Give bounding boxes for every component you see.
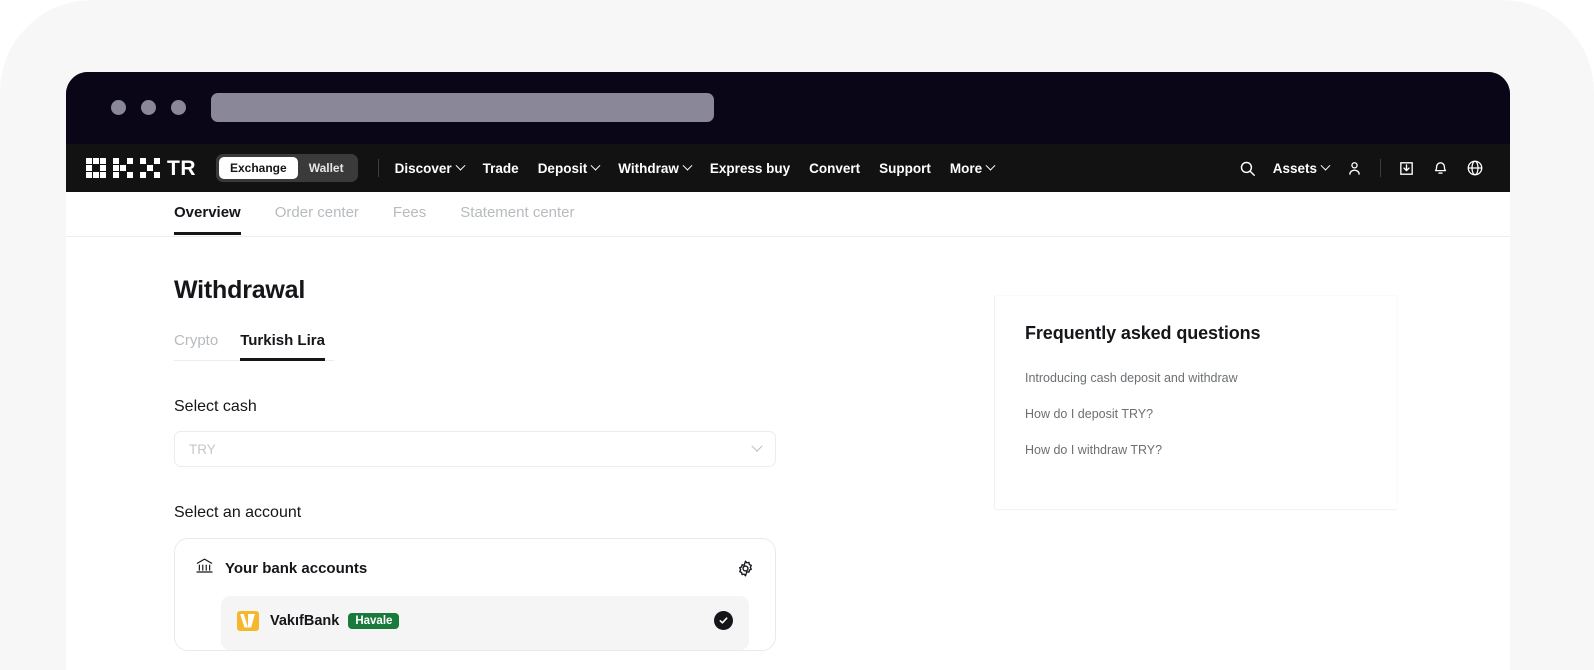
nav-label-deposit: Deposit bbox=[537, 160, 588, 176]
traffic-light-maximize-icon[interactable] bbox=[171, 100, 186, 115]
faq-panel: Frequently asked questions Introducing c… bbox=[994, 295, 1398, 510]
faq-link-2[interactable]: How do I deposit TRY? bbox=[1025, 407, 1367, 421]
assets-menu[interactable]: Assets bbox=[1272, 160, 1331, 176]
header-divider bbox=[377, 159, 379, 177]
okx-tr-logo[interactable]: TR bbox=[86, 158, 196, 179]
bank-accounts-card: Your bank accounts VakıfBank Havale bbox=[174, 538, 776, 651]
bank-accounts-card-header: Your bank accounts bbox=[195, 556, 755, 580]
site-header: TR Exchange Wallet Discover Trade Deposi… bbox=[66, 144, 1510, 192]
page-shell: TR Exchange Wallet Discover Trade Deposi… bbox=[0, 0, 1594, 670]
page-body: Overview Order center Fees Statement cen… bbox=[66, 192, 1510, 670]
search-icon[interactable] bbox=[1239, 160, 1256, 177]
assets-menu-label: Assets bbox=[1272, 160, 1317, 176]
bank-accounts-card-title: Your bank accounts bbox=[225, 559, 368, 577]
mode-toggle-wallet[interactable]: Wallet bbox=[298, 157, 355, 179]
vakifbank-logo-icon bbox=[237, 610, 259, 631]
globe-icon[interactable] bbox=[1466, 159, 1484, 177]
nav-label-discover: Discover bbox=[394, 160, 452, 176]
nav-item-discover[interactable]: Discover bbox=[394, 160, 466, 176]
nav-item-trade[interactable]: Trade bbox=[483, 161, 519, 176]
chevron-down-icon bbox=[985, 160, 996, 171]
sub-nav-item-order-center[interactable]: Order center bbox=[275, 192, 359, 234]
address-bar[interactable] bbox=[211, 93, 714, 122]
browser-window: TR Exchange Wallet Discover Trade Deposi… bbox=[66, 72, 1510, 670]
traffic-light-minimize-icon[interactable] bbox=[141, 100, 156, 115]
okx-pixel-logo-icon bbox=[86, 158, 106, 178]
nav-label-support: Support bbox=[879, 160, 931, 176]
faq-link-1[interactable]: Introducing cash deposit and withdraw bbox=[1025, 371, 1367, 385]
select-cash-value: TRY bbox=[189, 441, 216, 457]
okx-pixel-logo-icon-3 bbox=[140, 158, 160, 178]
chevron-down-icon bbox=[751, 440, 763, 452]
nav-item-convert[interactable]: Convert bbox=[809, 161, 860, 176]
brand-wordmark: TR bbox=[167, 156, 196, 180]
chevron-down-icon bbox=[590, 160, 601, 171]
faq-title: Frequently asked questions bbox=[1025, 323, 1261, 343]
sub-nav: Overview Order center Fees Statement cen… bbox=[66, 192, 1510, 237]
traffic-light-close-icon[interactable] bbox=[111, 100, 126, 115]
nav-label-express-buy: Express buy bbox=[709, 160, 791, 176]
user-icon[interactable] bbox=[1346, 160, 1363, 177]
nav-label-more: More bbox=[949, 160, 983, 176]
bank-account-name: VakıfBank bbox=[270, 612, 340, 629]
chevron-down-icon bbox=[682, 160, 693, 171]
select-cash-dropdown[interactable]: TRY bbox=[174, 431, 776, 467]
sub-nav-item-overview[interactable]: Overview bbox=[174, 192, 241, 235]
browser-chrome-bar bbox=[66, 72, 1510, 144]
nav-item-more[interactable]: More bbox=[949, 160, 996, 176]
mode-toggle-exchange[interactable]: Exchange bbox=[219, 157, 298, 179]
nav-item-express-buy[interactable]: Express buy bbox=[710, 161, 790, 176]
okx-pixel-logo-icon-2 bbox=[113, 158, 133, 178]
sub-nav-item-fees[interactable]: Fees bbox=[393, 192, 426, 234]
nav-item-deposit[interactable]: Deposit bbox=[537, 160, 601, 176]
bell-icon[interactable] bbox=[1432, 160, 1449, 177]
header-right-actions: Assets bbox=[1239, 159, 1510, 177]
bank-building-icon bbox=[195, 556, 214, 580]
bank-account-badge: Havale bbox=[348, 612, 400, 629]
nav-item-withdraw[interactable]: Withdraw bbox=[618, 160, 693, 176]
asset-tab-crypto[interactable]: Crypto bbox=[174, 332, 218, 361]
asset-tabs: Crypto Turkish Lira bbox=[174, 332, 334, 361]
download-app-icon[interactable] bbox=[1398, 160, 1415, 177]
faq-link-3[interactable]: How do I withdraw TRY? bbox=[1025, 443, 1367, 457]
mode-toggle[interactable]: Exchange Wallet bbox=[216, 154, 358, 182]
main-nav: Discover Trade Deposit Withdraw Express … bbox=[394, 160, 996, 176]
gear-icon[interactable] bbox=[736, 559, 755, 578]
nav-item-support[interactable]: Support bbox=[879, 161, 931, 176]
check-circle-icon[interactable] bbox=[714, 611, 733, 630]
nav-label-trade: Trade bbox=[482, 160, 519, 176]
chevron-down-icon bbox=[455, 160, 466, 171]
sub-nav-item-statement-center[interactable]: Statement center bbox=[460, 192, 574, 234]
chevron-down-icon bbox=[1320, 160, 1331, 171]
nav-label-withdraw: Withdraw bbox=[618, 160, 679, 176]
header-divider-2 bbox=[1380, 159, 1381, 177]
nav-label-convert: Convert bbox=[809, 160, 861, 176]
bank-account-row[interactable]: VakıfBank Havale bbox=[221, 596, 749, 650]
asset-tab-turkish-lira[interactable]: Turkish Lira bbox=[240, 332, 325, 361]
